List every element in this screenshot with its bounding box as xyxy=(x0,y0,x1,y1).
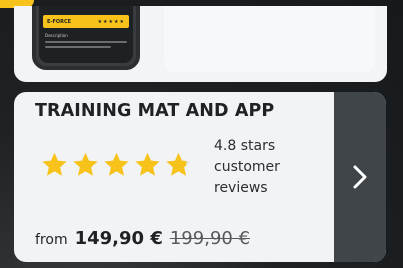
text-line xyxy=(45,46,111,48)
rating-stars-label: 4.8 stars xyxy=(214,138,276,154)
star-icon xyxy=(42,152,67,176)
text-line xyxy=(45,41,127,43)
top-product-card: E-FORCE ★★★★★ Description xyxy=(14,6,387,82)
phone-screen: E-FORCE ★★★★★ Description xyxy=(39,6,133,63)
star-icon xyxy=(73,152,98,176)
top-card-content-area xyxy=(164,6,375,72)
chevron-right-icon xyxy=(353,165,367,189)
star-rating xyxy=(41,151,192,178)
price-old-strikethrough: 199,90 € xyxy=(169,228,251,249)
phone-description: Description xyxy=(45,33,127,48)
product-title: TRAINING MAT AND APP xyxy=(35,101,275,121)
rating-text: 4.8 stars customer reviews xyxy=(214,136,314,199)
next-button[interactable] xyxy=(334,92,386,262)
price: from 149,90 € 199,90 € xyxy=(35,228,250,249)
phone-brand-label: E-FORCE xyxy=(47,18,72,25)
price-current: 149,90 € xyxy=(74,228,163,249)
product-card[interactable]: TRAINING MAT AND APP 4.8 stars customer … xyxy=(14,92,386,262)
phone-description-title: Description xyxy=(45,33,68,38)
star-icon xyxy=(104,152,129,176)
rating-customer-label: customer xyxy=(214,159,280,175)
phone-banner: E-FORCE ★★★★★ xyxy=(43,15,129,28)
rating-reviews-label: reviews xyxy=(214,180,268,196)
star-half-icon xyxy=(166,152,191,176)
phone-stars: ★★★★★ xyxy=(97,18,125,25)
star-icon xyxy=(135,152,160,176)
price-from-label: from xyxy=(35,232,68,248)
phone-mockup-image: E-FORCE ★★★★★ Description xyxy=(32,6,140,70)
